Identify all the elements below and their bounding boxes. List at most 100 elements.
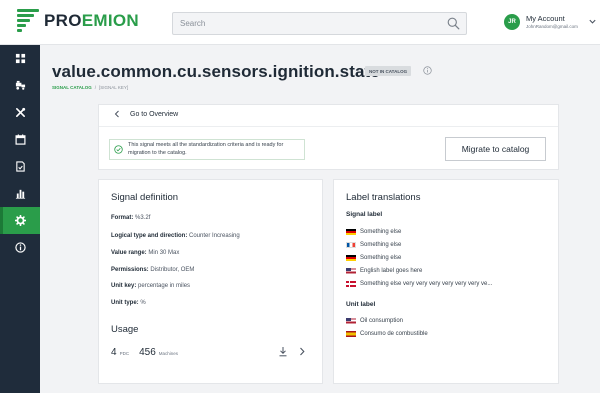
- unit-label-row: Oil consumption: [346, 318, 403, 324]
- avatar[interactable]: JR: [504, 14, 520, 30]
- logo-mark-icon: [17, 9, 39, 33]
- field-unit-key: Unit key: percentage in miles: [111, 283, 190, 289]
- translation-text: Something else very very very very very …: [360, 281, 493, 287]
- grid-icon: [15, 53, 25, 64]
- flag-germany-icon: [346, 255, 356, 261]
- sidebar-item-reports[interactable]: [0, 153, 40, 180]
- sidebar-nav: [0, 45, 40, 393]
- sidebar-item-dashboard[interactable]: [0, 45, 40, 72]
- field-label: Value range:: [111, 250, 147, 256]
- field-permissions: Permissions: Distributor, OEM: [111, 267, 194, 273]
- info-icon[interactable]: [423, 66, 432, 75]
- page-title: value.common.cu.sensors.ignition.state: [52, 62, 380, 81]
- field-label: Format:: [111, 215, 134, 221]
- field-format: Format: %3.2f: [111, 215, 150, 221]
- vehicles-icon: [15, 80, 25, 90]
- divider: [99, 126, 558, 127]
- field-label: Permissions:: [111, 267, 149, 273]
- account-title: My Account: [526, 14, 565, 23]
- settings-gear-icon: [14, 215, 26, 226]
- signal-label-row: Something else: [346, 242, 401, 248]
- sidebar-item-calendar[interactable]: [0, 126, 40, 153]
- sidebar-item-info[interactable]: [0, 234, 40, 261]
- field-label: Unit type:: [111, 300, 139, 306]
- signal-label-row: English label goes here: [346, 268, 422, 274]
- field-value: %3.2f: [135, 215, 151, 221]
- flag-france-icon: [346, 242, 356, 248]
- signal-label-row: Something else: [346, 229, 401, 235]
- signal-label-row: Something else: [346, 255, 401, 261]
- field-value: Counter Increasing: [189, 233, 240, 239]
- tools-icon: [15, 107, 25, 117]
- field-value: Distributor, OEM: [150, 267, 195, 273]
- field-value: %: [140, 300, 146, 306]
- signal-label-heading: Signal label: [346, 211, 383, 218]
- signal-definition-title: Signal definition: [111, 192, 179, 203]
- info-icon: [14, 242, 26, 253]
- field-unit-type: Unit type: %: [111, 300, 146, 306]
- label-translations-title: Label translations: [346, 192, 421, 203]
- sidebar-item-analytics[interactable]: [0, 180, 40, 207]
- top-header: PROEMION JR My Account JohnRandom@gmail.…: [0, 0, 600, 45]
- pdc-label: PDC: [119, 351, 130, 356]
- logo-wordmark: PROEMION: [44, 11, 139, 31]
- translation-text: Something else: [360, 229, 402, 235]
- field-value-range: Value range: Min 30 Max: [111, 250, 179, 256]
- breadcrumb-current: [SIGNAL KEY]: [99, 85, 129, 90]
- signal-definition-card: Signal definition Format: %3.2f Logical …: [98, 179, 323, 384]
- calendar-icon: [15, 134, 25, 145]
- breadcrumb: SIGNAL CATALOG / [SIGNAL KEY]: [52, 85, 128, 90]
- translation-text: Consumo de combustible: [360, 331, 428, 337]
- unit-label-row: Consumo de combustible: [346, 331, 428, 337]
- flag-spain-icon: [346, 331, 356, 337]
- machines-count: 456: [139, 347, 156, 358]
- ready-banner: This signal meets all the standardizatio…: [109, 139, 305, 160]
- proemion-logo[interactable]: PROEMION: [17, 9, 139, 33]
- field-value: percentage in miles: [138, 283, 191, 289]
- go-to-overview-label: Go to Overview: [130, 110, 179, 118]
- breadcrumb-separator: /: [94, 85, 97, 90]
- flag-usa-icon: [346, 268, 356, 274]
- status-badge: NOT IN CATALOG: [365, 66, 412, 76]
- ready-banner-text: This signal meets all the standardizatio…: [128, 141, 284, 156]
- sidebar-item-settings[interactable]: [0, 207, 40, 234]
- flag-denmark-icon: [346, 281, 356, 287]
- go-to-overview-link[interactable]: Go to Overview: [113, 110, 178, 118]
- download-icon[interactable]: [278, 346, 288, 357]
- logo-prefix: PRO: [44, 11, 82, 30]
- overview-card: Go to Overview This signal meets all the…: [98, 104, 559, 170]
- sidebar-item-machines[interactable]: [0, 72, 40, 99]
- translation-text: Oil consumption: [360, 318, 404, 324]
- search-icon[interactable]: [447, 17, 460, 30]
- flag-usa-icon: [346, 318, 356, 324]
- translation-text: Something else: [360, 242, 402, 248]
- chevron-right-icon[interactable]: [298, 347, 306, 356]
- chevron-down-icon[interactable]: [588, 17, 597, 26]
- check-circle-icon: [114, 145, 123, 154]
- machines-label: Machines: [158, 351, 179, 356]
- translation-text: Something else: [360, 255, 402, 261]
- translation-text: English label goes here: [360, 268, 423, 274]
- account-menu[interactable]: JR My Account JohnRandom@gmail.com: [504, 14, 596, 30]
- breadcrumb-signal-catalog[interactable]: SIGNAL CATALOG: [52, 85, 92, 90]
- document-check-icon: [15, 161, 25, 172]
- signal-label-row: Something else very very very very very …: [346, 281, 492, 287]
- search-input[interactable]: [173, 13, 433, 34]
- pdc-count: 4: [111, 347, 117, 358]
- usage-title: Usage: [111, 324, 139, 335]
- migrate-to-catalog-button[interactable]: Migrate to catalog: [445, 137, 546, 161]
- bar-chart-icon: [15, 189, 25, 199]
- label-translations-card: Label translations Signal label Somethin…: [333, 179, 559, 384]
- account-email: JohnRandom@gmail.com: [526, 23, 578, 29]
- logo-suffix: EMION: [81, 11, 139, 30]
- field-logical-type: Logical type and direction: Counter Incr…: [111, 233, 240, 239]
- chevron-left-icon: [114, 110, 119, 118]
- sidebar-item-tools[interactable]: [0, 99, 40, 126]
- search-box: [172, 12, 467, 35]
- unit-label-heading: Unit label: [346, 301, 376, 308]
- usage-stats: 4 PDC 456 Machines: [111, 347, 188, 358]
- field-label: Logical type and direction:: [111, 233, 188, 239]
- field-value: Min 30 Max: [148, 250, 180, 256]
- field-label: Unit key:: [111, 283, 137, 289]
- flag-germany-icon: [346, 229, 356, 235]
